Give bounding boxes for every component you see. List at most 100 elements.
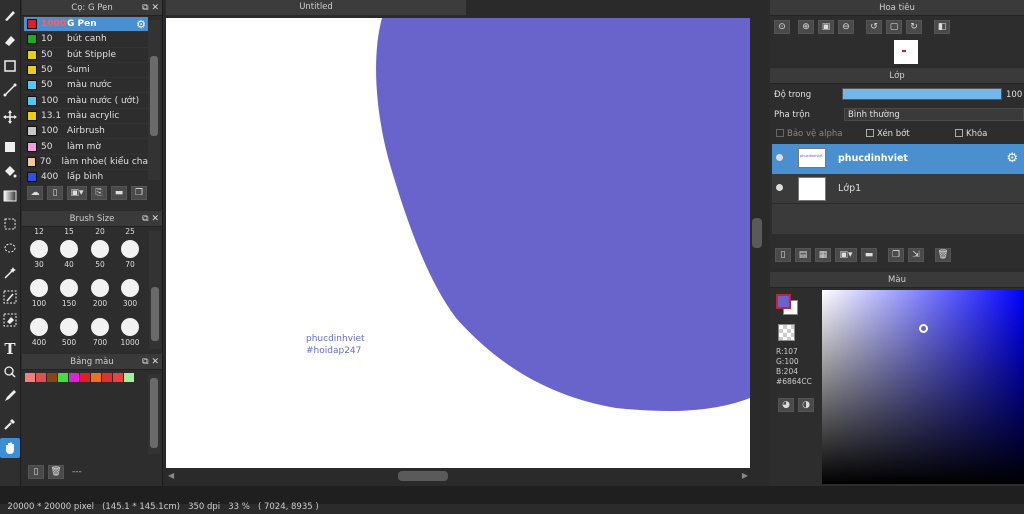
zoom-actual-icon[interactable]: ▣	[818, 20, 834, 34]
lasso-tool-icon[interactable]	[0, 239, 20, 259]
drawing-canvas[interactable]: phucdinhviet #hoidap247	[166, 18, 750, 468]
select-eraser-tool-icon[interactable]	[0, 310, 20, 330]
navigator-preview[interactable]	[894, 40, 918, 64]
brush-item[interactable]: 70 làm nhòe( kiểu cha	[24, 155, 148, 170]
select-pen-tool-icon[interactable]	[0, 287, 20, 307]
brush-settings-gear-icon[interactable]: ⚙	[136, 18, 146, 31]
zoom-fit-icon[interactable]: ⊙	[774, 20, 790, 34]
move-tool-icon[interactable]	[0, 107, 20, 127]
brush-item[interactable]: 13.1 màu acrylic	[24, 109, 148, 125]
zoom-in-icon[interactable]: ⊕	[798, 20, 814, 34]
palette-swatch[interactable]	[102, 373, 112, 382]
bucket-tool-icon[interactable]	[0, 162, 20, 182]
brush-scrollbar-track[interactable]	[148, 20, 160, 180]
brush-duplicate-icon[interactable]: ❐	[131, 186, 147, 200]
layer-visibility-icon[interactable]	[776, 154, 783, 161]
color-history-icon[interactable]: ◑	[798, 398, 814, 412]
brush-tool-icon[interactable]	[0, 5, 20, 25]
divide-tool-icon[interactable]	[0, 362, 20, 382]
transparent-color-swatch[interactable]	[778, 324, 795, 341]
layer-row-selected[interactable]: phucdinhviet phucdinhviet ⚙	[772, 144, 1024, 174]
palette-swatch[interactable]	[113, 373, 123, 382]
brush-item[interactable]: 400 lấp bình	[24, 170, 148, 182]
fit-window-icon[interactable]: ▢	[886, 20, 902, 34]
layer-new-icon[interactable]: ▯	[775, 248, 791, 262]
brush-item[interactable]: 50 làm mờ	[24, 139, 148, 155]
lock-checkbox[interactable]: Khóa	[955, 129, 987, 139]
layer-merge-icon[interactable]: ⇲	[908, 248, 924, 262]
clipping-checkbox[interactable]: Xén bớt	[866, 129, 910, 139]
zoom-out-icon[interactable]: ⊖	[838, 20, 854, 34]
brush-item[interactable]: 50 bút Stipple	[24, 48, 148, 63]
brush-size-option[interactable]: 500	[54, 318, 84, 347]
gradient-tool-icon[interactable]	[0, 186, 20, 206]
hscroll-right-arrow-icon[interactable]: ▶	[742, 471, 748, 480]
brush-size-option[interactable]: 40	[54, 240, 84, 269]
blend-mode-select[interactable]: Bình thường	[844, 108, 1024, 121]
text-tool-icon[interactable]: T	[0, 339, 20, 359]
brush-size-option[interactable]: 1000	[115, 318, 145, 347]
hand-tool-icon[interactable]	[0, 438, 20, 458]
canvas-hscrollbar[interactable]: ◀ ▶	[166, 469, 750, 483]
brush-upload-icon[interactable]: ☁	[27, 186, 43, 200]
brush-size-option[interactable]: 100	[24, 279, 54, 308]
palette-scrollbar-track[interactable]	[148, 374, 160, 454]
brush-size-option[interactable]: 30	[24, 240, 54, 269]
brush-item[interactable]: 100 màu nước ( ướt)	[24, 93, 148, 109]
brush-scrollbar-thumb[interactable]	[150, 56, 158, 136]
select-rect-tool-icon[interactable]	[0, 214, 20, 234]
panel-controls[interactable]: ⧉ ✕	[142, 211, 159, 227]
panel-controls[interactable]: ⧉ ✕	[142, 354, 159, 370]
layer-visibility-icon[interactable]	[776, 184, 783, 191]
line-tool-icon[interactable]	[0, 80, 20, 100]
brush-size-top-label[interactable]: 20	[85, 227, 115, 236]
brush-item[interactable]: 100 Airbrush	[24, 124, 148, 140]
palette-delete-icon[interactable]: 🗑	[48, 465, 64, 479]
layer-new-mask-icon[interactable]: ▦	[815, 248, 831, 262]
brush-size-top-label[interactable]: 25	[115, 227, 145, 236]
canvas-vscrollbar[interactable]	[750, 18, 764, 468]
protect-alpha-checkbox[interactable]: Bảo vệ alpha	[776, 129, 842, 139]
brush-size-option[interactable]: 700	[85, 318, 115, 347]
flip-horizontal-icon[interactable]: ◧	[934, 20, 950, 34]
size-scrollbar-thumb[interactable]	[151, 287, 159, 341]
color-palette-icon[interactable]: ◕	[778, 398, 794, 412]
brush-new-icon[interactable]: ▯	[47, 186, 63, 200]
eraser-tool-icon[interactable]	[0, 31, 20, 51]
brush-size-option[interactable]: 70	[115, 240, 145, 269]
brush-size-option[interactable]: 400	[24, 318, 54, 347]
palette-swatch[interactable]	[124, 373, 134, 382]
brush-size-option[interactable]: 150	[54, 279, 84, 308]
palette-swatch[interactable]	[80, 373, 90, 382]
brush-size-top-label[interactable]: 12	[24, 227, 54, 236]
palette-swatch[interactable]	[36, 373, 46, 382]
brush-folder-icon[interactable]: ▬	[111, 186, 127, 200]
hscroll-left-arrow-icon[interactable]: ◀	[168, 471, 174, 480]
rotate-right-icon[interactable]: ↻	[906, 20, 922, 34]
palette-new-icon[interactable]: ▯	[28, 465, 44, 479]
brush-size-option[interactable]: 50	[85, 240, 115, 269]
brush-item[interactable]: 10 bút canh	[24, 32, 148, 48]
palette-swatch[interactable]	[91, 373, 101, 382]
layer-add-dropdown-icon[interactable]: ▣▾	[835, 248, 857, 262]
brush-item[interactable]: 50 màu nước	[24, 78, 148, 94]
palette-swatch[interactable]	[58, 373, 68, 382]
magic-wand-tool-icon[interactable]	[0, 263, 20, 283]
canvas-tab[interactable]: Untitled	[166, 0, 466, 15]
hex-value[interactable]: #6864CC	[776, 377, 812, 386]
layer-duplicate-icon[interactable]: ❐	[888, 248, 904, 262]
color-picker-cursor[interactable]	[919, 324, 928, 333]
layer-settings-gear-icon[interactable]: ⚙	[1006, 151, 1018, 166]
panel-controls[interactable]: ⧉ ✕	[142, 0, 159, 16]
palette-swatch[interactable]	[25, 373, 35, 382]
size-scrollbar-track[interactable]	[149, 231, 161, 349]
brush-copy-icon[interactable]: ⎘	[91, 186, 107, 200]
layer-row[interactable]: Lớp1	[772, 174, 1024, 204]
brush-size-option[interactable]: 300	[115, 279, 145, 308]
fill-rect-tool-icon[interactable]	[0, 137, 20, 157]
palette-scrollbar-thumb[interactable]	[150, 378, 158, 448]
canvas-hscroll-thumb[interactable]	[398, 471, 448, 481]
brush-size-option[interactable]: 200	[85, 279, 115, 308]
foreground-color-swatch[interactable]	[776, 294, 791, 309]
rectangle-tool-icon[interactable]	[0, 56, 20, 76]
